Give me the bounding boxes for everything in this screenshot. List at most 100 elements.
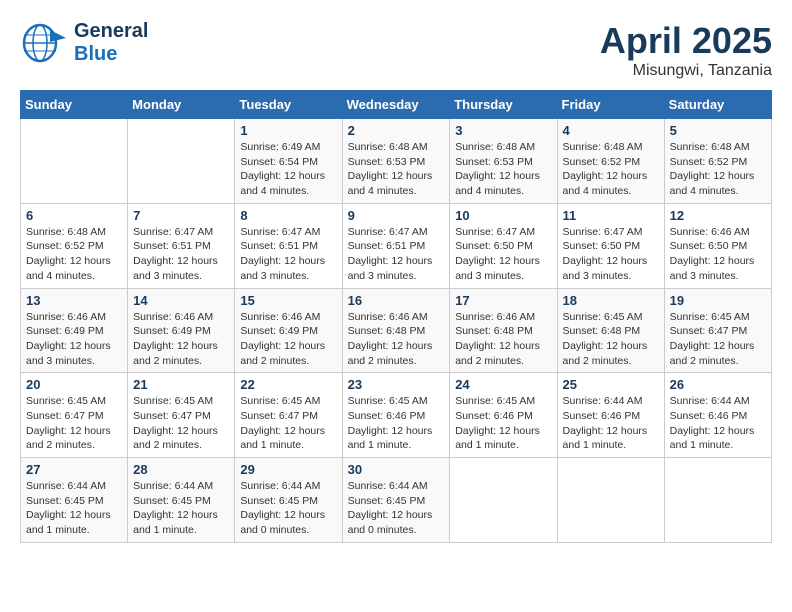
page-header: General Blue April 2025 Misungwi, Tanzan… (20, 20, 772, 80)
day-info: Sunrise: 6:44 AMSunset: 6:46 PMDaylight:… (563, 394, 659, 453)
day-info: Sunrise: 6:45 AMSunset: 6:48 PMDaylight:… (563, 310, 659, 369)
day-number: 4 (563, 123, 659, 138)
calendar-cell: 5 Sunrise: 6:48 AMSunset: 6:52 PMDaylight… (664, 119, 771, 204)
day-info: Sunrise: 6:46 AMSunset: 6:49 PMDaylight:… (133, 310, 229, 369)
day-number: 11 (563, 208, 659, 223)
day-number: 12 (670, 208, 766, 223)
day-number: 9 (348, 208, 445, 223)
calendar-cell: 8 Sunrise: 6:47 AMSunset: 6:51 PMDaylight… (235, 203, 342, 288)
day-info: Sunrise: 6:46 AMSunset: 6:50 PMDaylight:… (670, 225, 766, 284)
calendar-cell: 4Sunrise: 6:48 AMSunset: 6:52 PMDaylight… (557, 119, 664, 204)
weekday-header-monday: Monday (128, 91, 235, 119)
day-number: 22 (240, 377, 336, 392)
day-info: Sunrise: 6:45 AMSunset: 6:47 PMDaylight:… (26, 394, 122, 453)
day-number: 24 (455, 377, 551, 392)
day-info: Sunrise: 6:47 AMSunset: 6:51 PMDaylight:… (240, 225, 336, 284)
day-number: 19 (670, 293, 766, 308)
day-number: 25 (563, 377, 659, 392)
day-number: 23 (348, 377, 445, 392)
day-number: 30 (348, 462, 445, 477)
day-info: Sunrise: 6:47 AMSunset: 6:51 PMDaylight:… (348, 225, 445, 284)
calendar-cell (557, 458, 664, 543)
day-number: 17 (455, 293, 551, 308)
logo-general: General (74, 20, 148, 43)
calendar-table: SundayMondayTuesdayWednesdayThursdayFrid… (20, 90, 772, 543)
calendar-cell (21, 119, 128, 204)
calendar-week-row: 6Sunrise: 6:48 AMSunset: 6:52 PMDaylight… (21, 203, 772, 288)
day-number: 28 (133, 462, 229, 477)
calendar-week-row: 20Sunrise: 6:45 AMSunset: 6:47 PMDayligh… (21, 373, 772, 458)
day-info: Sunrise: 6:46 AMSunset: 6:49 PMDaylight:… (26, 310, 122, 369)
day-info: Sunrise: 6:44 AMSunset: 6:46 PMDaylight:… (670, 394, 766, 453)
calendar-cell: 14 Sunrise: 6:46 AMSunset: 6:49 PMDayligh… (128, 288, 235, 373)
location: Misungwi, Tanzania (600, 62, 772, 80)
calendar-cell: 9 Sunrise: 6:47 AMSunset: 6:51 PMDaylight… (342, 203, 450, 288)
day-info: Sunrise: 6:45 AMSunset: 6:46 PMDaylight:… (348, 394, 445, 453)
day-number: 13 (26, 293, 122, 308)
calendar-cell: 25 Sunrise: 6:44 AMSunset: 6:46 PMDayligh… (557, 373, 664, 458)
day-number: 6 (26, 208, 122, 223)
logo-blue: Blue (74, 43, 148, 66)
weekday-header-thursday: Thursday (450, 91, 557, 119)
day-number: 3 (455, 123, 551, 138)
calendar-cell: 29Sunrise: 6:44 AMSunset: 6:45 PMDayligh… (235, 458, 342, 543)
calendar-cell: 17 Sunrise: 6:46 AMSunset: 6:48 PMDayligh… (450, 288, 557, 373)
calendar-cell: 20Sunrise: 6:45 AMSunset: 6:47 PMDayligh… (21, 373, 128, 458)
calendar-cell: 10 Sunrise: 6:47 AMSunset: 6:50 PMDayligh… (450, 203, 557, 288)
logo-globe-icon (20, 22, 66, 64)
calendar-cell: 24 Sunrise: 6:45 AMSunset: 6:46 PMDayligh… (450, 373, 557, 458)
calendar-cell: 6Sunrise: 6:48 AMSunset: 6:52 PMDaylight… (21, 203, 128, 288)
day-info: Sunrise: 6:48 AMSunset: 6:53 PMDaylight:… (455, 140, 551, 199)
day-info: Sunrise: 6:46 AMSunset: 6:49 PMDaylight:… (240, 310, 336, 369)
calendar-cell: 28Sunrise: 6:44 AMSunset: 6:45 PMDayligh… (128, 458, 235, 543)
day-info: Sunrise: 6:45 AMSunset: 6:47 PMDaylight:… (670, 310, 766, 369)
calendar-cell: 16 Sunrise: 6:46 AMSunset: 6:48 PMDayligh… (342, 288, 450, 373)
calendar-cell (664, 458, 771, 543)
weekday-header-sunday: Sunday (21, 91, 128, 119)
day-info: Sunrise: 6:49 AMSunset: 6:54 PMDaylight:… (240, 140, 336, 199)
calendar-week-row: 13 Sunrise: 6:46 AMSunset: 6:49 PMDayligh… (21, 288, 772, 373)
day-number: 21 (133, 377, 229, 392)
day-number: 26 (670, 377, 766, 392)
calendar-cell: 7Sunrise: 6:47 AMSunset: 6:51 PMDaylight… (128, 203, 235, 288)
calendar-cell: 11 Sunrise: 6:47 AMSunset: 6:50 PMDayligh… (557, 203, 664, 288)
day-info: Sunrise: 6:45 AMSunset: 6:47 PMDaylight:… (240, 394, 336, 453)
calendar-cell: 27 Sunrise: 6:44 AMSunset: 6:45 PMDayligh… (21, 458, 128, 543)
day-number: 8 (240, 208, 336, 223)
calendar-cell (128, 119, 235, 204)
day-info: Sunrise: 6:48 AMSunset: 6:52 PMDaylight:… (670, 140, 766, 199)
day-info: Sunrise: 6:45 AMSunset: 6:46 PMDaylight:… (455, 394, 551, 453)
weekday-header-saturday: Saturday (664, 91, 771, 119)
calendar-week-row: 27 Sunrise: 6:44 AMSunset: 6:45 PMDayligh… (21, 458, 772, 543)
calendar-cell: 21Sunrise: 6:45 AMSunset: 6:47 PMDayligh… (128, 373, 235, 458)
day-number: 7 (133, 208, 229, 223)
day-info: Sunrise: 6:46 AMSunset: 6:48 PMDaylight:… (348, 310, 445, 369)
calendar-cell: 18 Sunrise: 6:45 AMSunset: 6:48 PMDayligh… (557, 288, 664, 373)
day-number: 5 (670, 123, 766, 138)
calendar-cell: 26 Sunrise: 6:44 AMSunset: 6:46 PMDayligh… (664, 373, 771, 458)
calendar-cell: 12 Sunrise: 6:46 AMSunset: 6:50 PMDayligh… (664, 203, 771, 288)
day-info: Sunrise: 6:44 AMSunset: 6:45 PMDaylight:… (348, 479, 445, 538)
weekday-header-friday: Friday (557, 91, 664, 119)
day-number: 14 (133, 293, 229, 308)
calendar-cell: 19 Sunrise: 6:45 AMSunset: 6:47 PMDayligh… (664, 288, 771, 373)
day-number: 10 (455, 208, 551, 223)
weekday-header-tuesday: Tuesday (235, 91, 342, 119)
month-title: April 2025 (600, 20, 772, 62)
calendar-cell: 13 Sunrise: 6:46 AMSunset: 6:49 PMDayligh… (21, 288, 128, 373)
calendar-cell: 30 Sunrise: 6:44 AMSunset: 6:45 PMDayligh… (342, 458, 450, 543)
day-info: Sunrise: 6:47 AMSunset: 6:50 PMDaylight:… (563, 225, 659, 284)
day-number: 27 (26, 462, 122, 477)
day-number: 18 (563, 293, 659, 308)
weekday-header-wednesday: Wednesday (342, 91, 450, 119)
day-number: 29 (240, 462, 336, 477)
day-number: 1 (240, 123, 336, 138)
day-info: Sunrise: 6:46 AMSunset: 6:48 PMDaylight:… (455, 310, 551, 369)
day-info: Sunrise: 6:44 AMSunset: 6:45 PMDaylight:… (26, 479, 122, 538)
calendar-week-row: 1 Sunrise: 6:49 AMSunset: 6:54 PMDaylight… (21, 119, 772, 204)
day-number: 2 (348, 123, 445, 138)
day-info: Sunrise: 6:48 AMSunset: 6:53 PMDaylight:… (348, 140, 445, 199)
title-area: April 2025 Misungwi, Tanzania (600, 20, 772, 80)
day-number: 16 (348, 293, 445, 308)
day-info: Sunrise: 6:47 AMSunset: 6:50 PMDaylight:… (455, 225, 551, 284)
